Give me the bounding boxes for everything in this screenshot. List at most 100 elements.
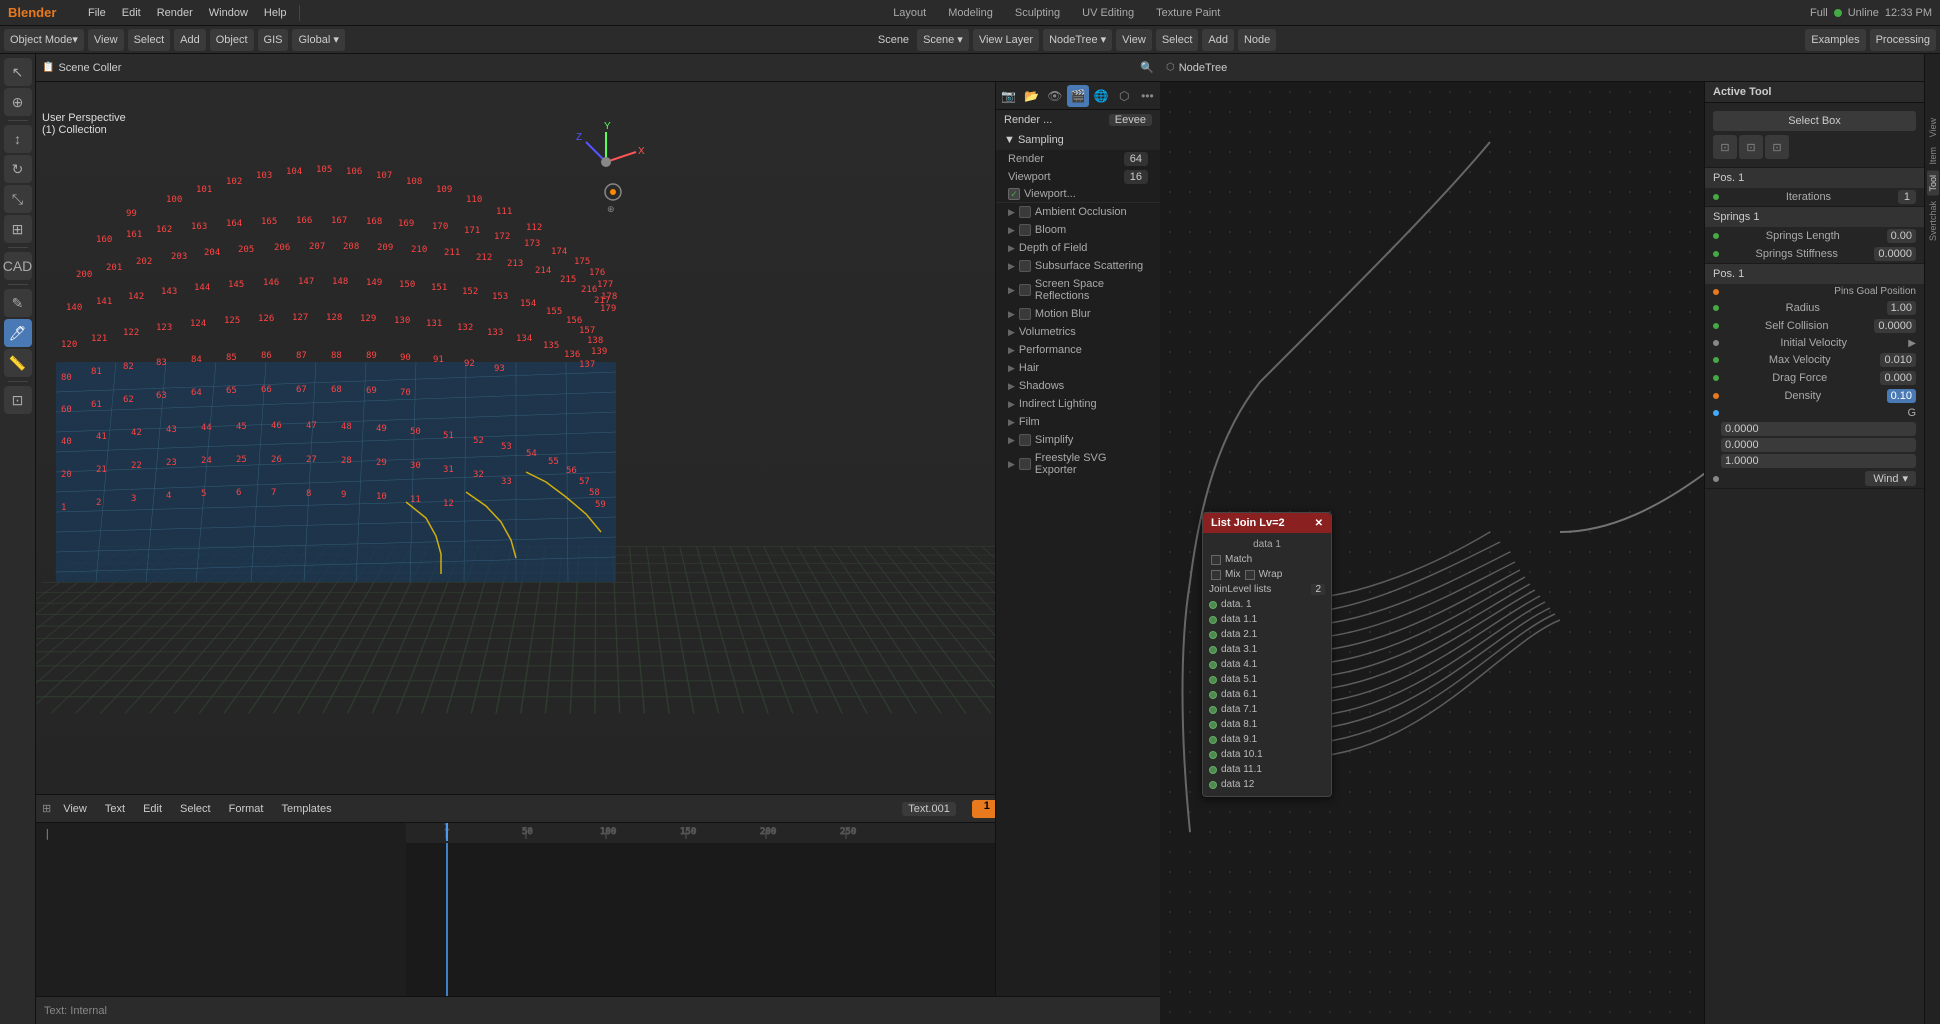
gis-btn[interactable]: GIS bbox=[258, 29, 289, 51]
match-cb[interactable] bbox=[1211, 555, 1221, 565]
volumetrics-item[interactable]: ▶ Volumetrics bbox=[996, 323, 1160, 341]
viewport-canvas[interactable]: User Perspective (1) Collection bbox=[36, 82, 1160, 794]
tab-world[interactable]: 🌐 bbox=[1091, 85, 1112, 107]
mv-value[interactable]: 0.010 bbox=[1880, 353, 1916, 367]
workspace-texture-paint[interactable]: Texture Paint bbox=[1146, 2, 1230, 24]
workspace-uv-editing[interactable]: UV Editing bbox=[1072, 2, 1144, 24]
ao-checkbox[interactable] bbox=[1019, 206, 1031, 218]
tool-mode-btn-3[interactable]: ⊡ bbox=[1765, 135, 1789, 159]
be-templates-btn[interactable]: Templates bbox=[275, 795, 337, 822]
tab-output[interactable]: 📂 bbox=[1021, 85, 1042, 107]
film-item[interactable]: ▶ Film bbox=[996, 413, 1160, 431]
fs-checkbox[interactable] bbox=[1019, 458, 1031, 470]
shadows-item[interactable]: ▶ Shadows bbox=[996, 377, 1160, 395]
vtab-tool[interactable]: Tool bbox=[1927, 171, 1939, 196]
menu-edit[interactable]: Edit bbox=[114, 0, 149, 25]
workspace-sculpting[interactable]: Sculpting bbox=[1005, 2, 1070, 24]
viewport-denoising-checkbox[interactable]: ✓ Viewport... bbox=[1008, 188, 1076, 200]
node-card-list-join[interactable]: List Join Lv=2 ✕ data 1 Match Mix Wrap bbox=[1202, 512, 1332, 797]
motion-blur-item[interactable]: ▶ Motion Blur bbox=[996, 305, 1160, 323]
menu-window[interactable]: Window bbox=[201, 0, 256, 25]
menu-file[interactable]: File bbox=[80, 0, 114, 25]
bloom-item[interactable]: ▶ Bloom bbox=[996, 221, 1160, 239]
menu-render[interactable]: Render bbox=[149, 0, 201, 25]
sc-value[interactable]: 0.0000 bbox=[1874, 319, 1916, 333]
select-menu-btn[interactable]: Select bbox=[128, 29, 171, 51]
sampling-header[interactable]: ▼ Sampling bbox=[996, 130, 1160, 150]
screen-space-refl-item[interactable]: ▶ Screen Space Reflections bbox=[996, 275, 1160, 305]
scene-dropdown[interactable]: Scene ▾ bbox=[917, 29, 969, 51]
examples-btn[interactable]: Examples bbox=[1805, 29, 1865, 51]
tool-extra[interactable]: ⊡ bbox=[4, 386, 32, 414]
sss-checkbox[interactable] bbox=[1019, 260, 1031, 272]
df-value[interactable]: 0.000 bbox=[1880, 371, 1916, 385]
mix-cb[interactable] bbox=[1211, 570, 1221, 580]
wrap-cb[interactable] bbox=[1245, 570, 1255, 580]
springs1-header[interactable]: Springs 1 bbox=[1705, 207, 1924, 227]
workspace-layout[interactable]: Layout bbox=[883, 2, 936, 24]
be-edit-btn[interactable]: Edit bbox=[137, 795, 168, 822]
freestyle-svg-item[interactable]: ▶ Freestyle SVG Exporter bbox=[996, 449, 1160, 479]
tool-annotate[interactable]: ✎ bbox=[4, 289, 32, 317]
object-menu-btn[interactable]: Object bbox=[210, 29, 254, 51]
tab-render[interactable]: 📷 bbox=[998, 85, 1019, 107]
mode-selector[interactable]: Object Mode ▾ bbox=[4, 29, 84, 51]
node-editor[interactable]: ⬡ NodeTree bbox=[1160, 54, 1940, 1024]
processing-btn[interactable]: Processing bbox=[1870, 29, 1936, 51]
mb-checkbox[interactable] bbox=[1019, 308, 1031, 320]
view-menu-btn[interactable]: View bbox=[88, 29, 124, 51]
be-mode-btn[interactable]: ⊞ bbox=[42, 802, 51, 815]
simplify-item[interactable]: ▶ Simplify bbox=[996, 431, 1160, 449]
g-val3[interactable]: 1.0000 bbox=[1721, 454, 1916, 468]
workspace-modeling[interactable]: Modeling bbox=[938, 2, 1003, 24]
view-btn[interactable]: View bbox=[1116, 29, 1152, 51]
simplify-checkbox[interactable] bbox=[1019, 434, 1031, 446]
hair-item[interactable]: ▶ Hair bbox=[996, 359, 1160, 377]
tab-scene[interactable]: 🎬 bbox=[1067, 85, 1088, 107]
outliner-search-btn[interactable]: 🔍 bbox=[1140, 61, 1154, 74]
tool-draw[interactable]: 🖊 bbox=[4, 319, 32, 347]
tool-cursor[interactable]: ⊕ bbox=[4, 88, 32, 116]
depth-of-field-item[interactable]: ▶ Depth of Field bbox=[996, 239, 1160, 257]
subsurface-scattering-item[interactable]: ▶ Subsurface Scattering bbox=[996, 257, 1160, 275]
bloom-checkbox[interactable] bbox=[1019, 224, 1031, 236]
node-close-btn[interactable]: ✕ bbox=[1315, 518, 1323, 529]
tool-scale[interactable]: ⤡ bbox=[4, 185, 32, 213]
tool-transform[interactable]: ⊞ bbox=[4, 215, 32, 243]
ssr-checkbox[interactable] bbox=[1019, 284, 1031, 296]
render-engine-header[interactable]: Render ... Eevee bbox=[996, 110, 1160, 130]
viewport-3d[interactable]: ⊞ View Select Add Object ⧉ ● User Perspe… bbox=[36, 54, 1160, 794]
g-val2[interactable]: 0.0000 bbox=[1721, 438, 1916, 452]
node-tree-btn[interactable]: NodeTree ▾ bbox=[1043, 29, 1112, 51]
iterations-value[interactable]: 1 bbox=[1898, 190, 1916, 204]
select-btn2[interactable]: Select bbox=[1156, 29, 1199, 51]
indirect-lighting-item[interactable]: ▶ Indirect Lighting bbox=[996, 395, 1160, 413]
menu-help[interactable]: Help bbox=[256, 0, 295, 25]
be-text-btn[interactable]: Text bbox=[99, 795, 131, 822]
view-layer-btn[interactable]: View Layer bbox=[973, 29, 1039, 51]
tab-view[interactable]: 👁 bbox=[1044, 85, 1065, 107]
render-samples-value[interactable]: 64 bbox=[1124, 152, 1148, 166]
transform-selector[interactable]: Global ▾ bbox=[292, 29, 344, 51]
tool-select[interactable]: ↖ bbox=[4, 58, 32, 86]
node-btn[interactable]: Node bbox=[1238, 29, 1276, 51]
sl-value[interactable]: 0.00 bbox=[1887, 229, 1916, 243]
tool-mode-btn-1[interactable]: ⊡ bbox=[1713, 135, 1737, 159]
tool-move[interactable]: ↕ bbox=[4, 125, 32, 153]
add-menu-btn[interactable]: Add bbox=[174, 29, 206, 51]
render-engine-dropdown[interactable]: Eevee bbox=[1109, 114, 1152, 126]
vtab-item[interactable]: Item bbox=[1927, 143, 1939, 169]
be-format-btn[interactable]: Format bbox=[223, 795, 270, 822]
viewport-denoising-cb[interactable]: ✓ bbox=[1008, 188, 1020, 200]
tool-cad[interactable]: CAD bbox=[4, 252, 32, 280]
r-value[interactable]: 1.00 bbox=[1887, 301, 1916, 315]
be-view-btn[interactable]: View bbox=[57, 795, 93, 822]
vtab-node[interactable]: Svertchak bbox=[1927, 197, 1939, 245]
add-btn2[interactable]: Add bbox=[1202, 29, 1234, 51]
g-val1[interactable]: 0.0000 bbox=[1721, 422, 1916, 436]
tab-particles[interactable]: ••• bbox=[1137, 85, 1158, 107]
performance-item[interactable]: ▶ Performance bbox=[996, 341, 1160, 359]
text-name-btn[interactable]: Text.001 bbox=[902, 802, 956, 816]
tool-measure[interactable]: 📏 bbox=[4, 349, 32, 377]
wind-dropdown[interactable]: Wind ▾ bbox=[1865, 471, 1916, 486]
